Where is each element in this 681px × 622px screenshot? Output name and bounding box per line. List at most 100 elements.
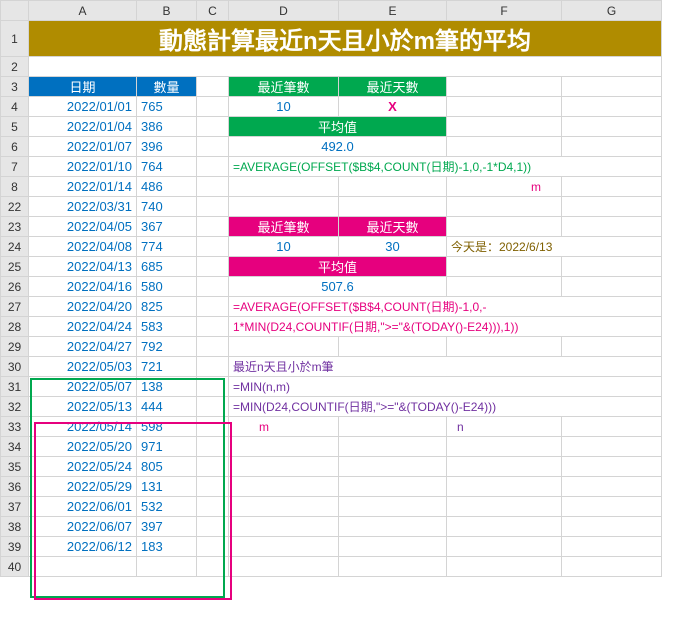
row-header[interactable]: 23 xyxy=(1,217,29,237)
row-header[interactable]: 30 xyxy=(1,357,29,377)
cell[interactable] xyxy=(339,457,447,477)
cell[interactable] xyxy=(447,537,562,557)
cell[interactable] xyxy=(447,517,562,537)
row-header[interactable]: 2 xyxy=(1,57,29,77)
col-header[interactable]: G xyxy=(562,1,662,21)
cell[interactable] xyxy=(447,137,562,157)
cell[interactable] xyxy=(197,397,229,417)
row-header[interactable]: 8 xyxy=(1,177,29,197)
cell[interactable] xyxy=(447,437,562,457)
select-all-corner[interactable] xyxy=(1,1,29,21)
cell[interactable] xyxy=(197,377,229,397)
cell[interactable] xyxy=(562,177,662,197)
row-header[interactable]: 3 xyxy=(1,77,29,97)
cell[interactable] xyxy=(229,517,339,537)
cell[interactable] xyxy=(562,97,662,117)
cell[interactable] xyxy=(137,557,197,577)
cell[interactable] xyxy=(197,317,229,337)
cell[interactable] xyxy=(197,97,229,117)
row-header[interactable]: 36 xyxy=(1,477,29,497)
row-header[interactable]: 4 xyxy=(1,97,29,117)
cell[interactable] xyxy=(197,357,229,377)
row-header[interactable]: 26 xyxy=(1,277,29,297)
cell[interactable] xyxy=(562,257,662,277)
cell[interactable] xyxy=(562,517,662,537)
cell[interactable] xyxy=(562,497,662,517)
cell[interactable] xyxy=(562,537,662,557)
cell[interactable] xyxy=(197,157,229,177)
row-header[interactable]: 6 xyxy=(1,137,29,157)
cell[interactable] xyxy=(197,197,229,217)
row-header[interactable]: 24 xyxy=(1,237,29,257)
cell[interactable] xyxy=(229,437,339,457)
cell[interactable] xyxy=(562,277,662,297)
cell[interactable] xyxy=(447,557,562,577)
col-header[interactable]: D xyxy=(229,1,339,21)
cell[interactable] xyxy=(562,217,662,237)
col-header[interactable]: B xyxy=(137,1,197,21)
cell[interactable] xyxy=(339,337,447,357)
row-header[interactable]: 32 xyxy=(1,397,29,417)
cell[interactable] xyxy=(229,477,339,497)
cell[interactable] xyxy=(197,297,229,317)
cell[interactable] xyxy=(229,337,339,357)
col-header[interactable]: E xyxy=(339,1,447,21)
row-header[interactable]: 29 xyxy=(1,337,29,357)
cell[interactable] xyxy=(197,137,229,157)
row-header[interactable]: 34 xyxy=(1,437,29,457)
col-header[interactable]: C xyxy=(197,1,229,21)
cell[interactable] xyxy=(197,497,229,517)
cell[interactable] xyxy=(339,557,447,577)
cell[interactable] xyxy=(339,537,447,557)
row-header[interactable]: 1 xyxy=(1,21,29,57)
cell[interactable] xyxy=(447,457,562,477)
cell[interactable] xyxy=(339,177,447,197)
cell[interactable] xyxy=(29,557,137,577)
cell[interactable] xyxy=(197,337,229,357)
row-header[interactable]: 5 xyxy=(1,117,29,137)
row-header[interactable]: 37 xyxy=(1,497,29,517)
cell[interactable] xyxy=(29,57,662,77)
cell[interactable] xyxy=(197,257,229,277)
cell[interactable] xyxy=(197,417,229,437)
cell[interactable] xyxy=(229,497,339,517)
cell[interactable] xyxy=(562,437,662,457)
cell[interactable] xyxy=(229,177,339,197)
cell[interactable] xyxy=(447,77,562,97)
row-header[interactable]: 38 xyxy=(1,517,29,537)
cell[interactable] xyxy=(197,477,229,497)
row-header[interactable]: 31 xyxy=(1,377,29,397)
cell[interactable] xyxy=(197,117,229,137)
cell[interactable] xyxy=(562,117,662,137)
cell[interactable] xyxy=(229,557,339,577)
pink-avg-value[interactable]: 507.6 xyxy=(229,277,447,297)
col-header[interactable]: F xyxy=(447,1,562,21)
cell[interactable] xyxy=(562,197,662,217)
row-header[interactable]: 35 xyxy=(1,457,29,477)
cell[interactable] xyxy=(562,557,662,577)
cell[interactable] xyxy=(562,137,662,157)
cell[interactable] xyxy=(229,537,339,557)
green-avg-value[interactable]: 492.0 xyxy=(229,137,447,157)
pink-val-count[interactable]: 10 xyxy=(229,237,339,257)
row-header[interactable]: 33 xyxy=(1,417,29,437)
cell[interactable] xyxy=(229,457,339,477)
cell[interactable] xyxy=(339,437,447,457)
green-val-days[interactable]: X xyxy=(339,97,447,117)
cell[interactable] xyxy=(229,197,339,217)
spreadsheet[interactable]: A B C D E F G 1 動態計算最近n天且小於m筆的平均 2 3 日期 … xyxy=(0,0,662,577)
cell[interactable] xyxy=(447,117,562,137)
cell[interactable] xyxy=(447,497,562,517)
pink-val-days[interactable]: 30 xyxy=(339,237,447,257)
cell[interactable] xyxy=(197,277,229,297)
cell[interactable] xyxy=(197,237,229,257)
cell[interactable] xyxy=(447,477,562,497)
cell[interactable] xyxy=(339,417,447,437)
row-header[interactable]: 7 xyxy=(1,157,29,177)
cell[interactable] xyxy=(339,477,447,497)
cell[interactable] xyxy=(339,197,447,217)
cell[interactable] xyxy=(447,337,562,357)
cell[interactable] xyxy=(339,517,447,537)
cell[interactable] xyxy=(562,477,662,497)
cell[interactable] xyxy=(197,457,229,477)
